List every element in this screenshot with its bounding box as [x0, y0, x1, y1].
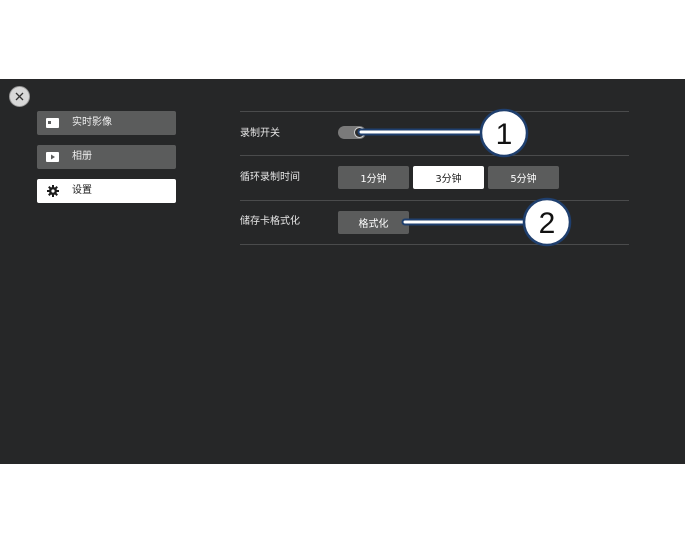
- sidebar-item-album[interactable]: 相册: [37, 145, 176, 169]
- record-switch-label: 录制开关: [240, 128, 280, 139]
- divider: [240, 200, 629, 201]
- sidebar-item-settings[interactable]: 设置: [37, 179, 176, 203]
- sidebar-item-label: 设置: [72, 185, 92, 196]
- play-icon: [46, 151, 59, 163]
- divider: [240, 111, 629, 112]
- toggle-knob: [354, 127, 365, 138]
- close-icon: [15, 92, 24, 101]
- sidebar-item-live-view[interactable]: 实时影像: [37, 111, 176, 135]
- format-card-label: 储存卡格式化: [240, 216, 300, 227]
- format-card-button[interactable]: 格式化: [338, 211, 409, 234]
- close-button[interactable]: [9, 86, 30, 107]
- duration-option-5min[interactable]: 5分钟: [488, 166, 559, 189]
- camera-icon: [46, 117, 59, 129]
- record-switch-toggle[interactable]: [338, 126, 366, 139]
- divider: [240, 155, 629, 156]
- duration-option-1min[interactable]: 1分钟: [338, 166, 409, 189]
- sidebar-item-label: 实时影像: [72, 117, 112, 128]
- loop-duration-label: 循环录制时间: [240, 172, 300, 183]
- divider: [240, 244, 629, 245]
- sidebar-item-label: 相册: [72, 151, 92, 162]
- duration-option-3min[interactable]: 3分钟: [413, 166, 484, 189]
- gear-icon: [46, 185, 59, 197]
